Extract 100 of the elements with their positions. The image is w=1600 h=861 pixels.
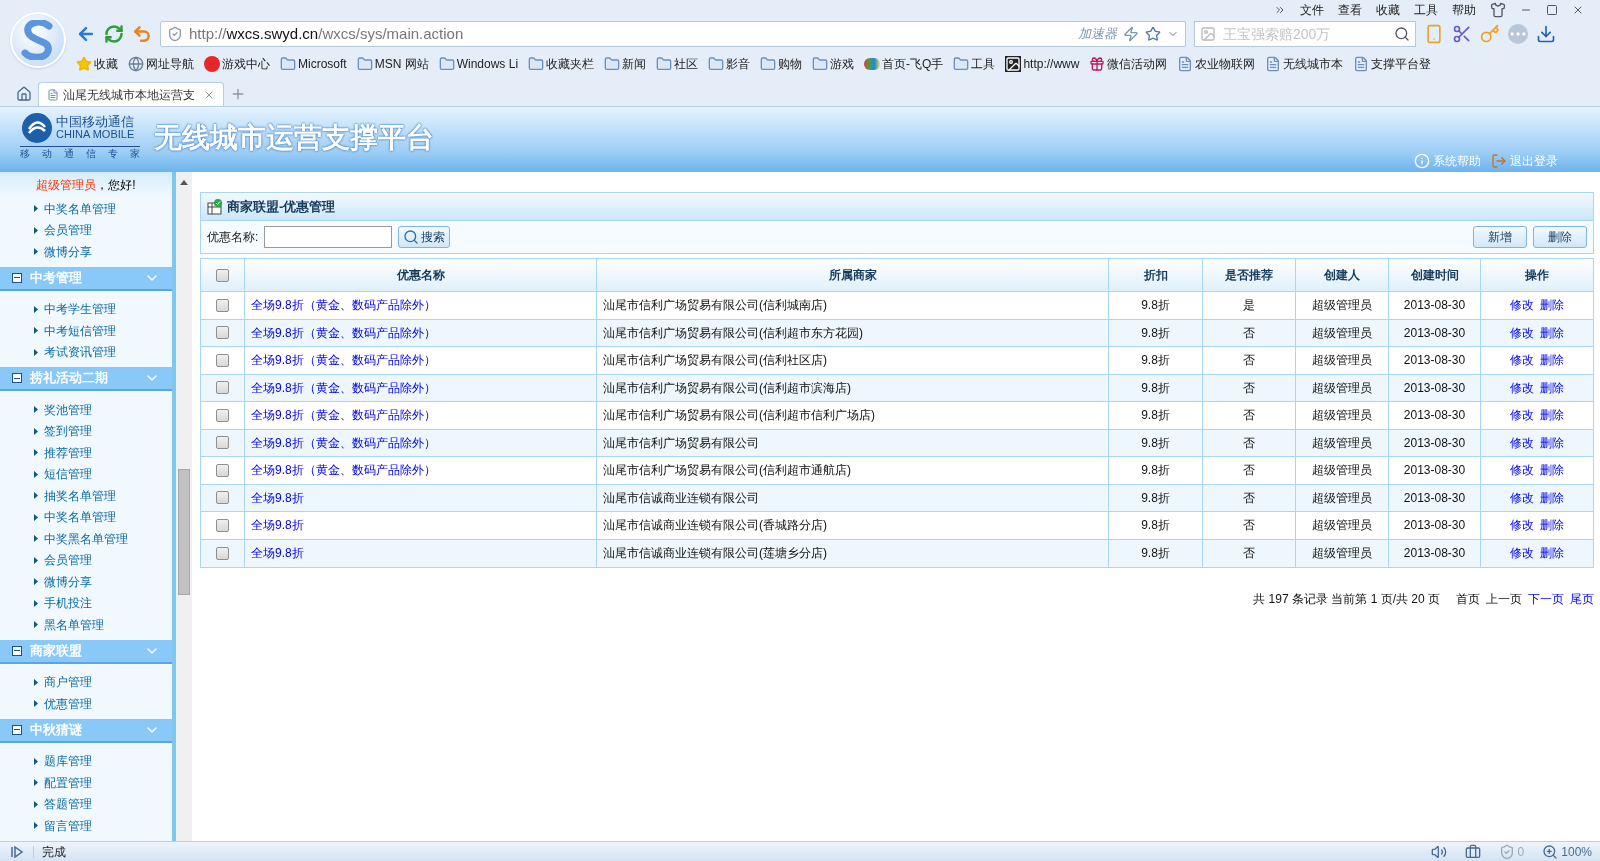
zoom-icon[interactable] xyxy=(1542,843,1559,860)
menu-link[interactable]: 考试资讯管理 xyxy=(44,343,116,362)
speaker-icon[interactable] xyxy=(1430,843,1447,860)
menu-link[interactable]: 手机投注 xyxy=(44,594,92,613)
bookmark-link[interactable]: 社区 xyxy=(674,55,699,73)
menu-link[interactable]: 中奖名单管理 xyxy=(44,508,116,527)
new-tab-icon[interactable] xyxy=(230,86,246,102)
checkbox[interactable] xyxy=(216,353,229,367)
checkbox[interactable] xyxy=(216,491,229,505)
row-action-link[interactable]: 修改 xyxy=(1510,516,1534,535)
bookmark-link[interactable]: 游戏中心 xyxy=(222,55,270,73)
more-icon[interactable] xyxy=(1274,4,1286,16)
menu-item[interactable]: 收藏 xyxy=(1376,1,1400,19)
refresh-icon[interactable] xyxy=(104,24,124,44)
menu-link[interactable]: 会员管理 xyxy=(44,551,92,570)
menu-item[interactable]: 查看 xyxy=(1338,1,1362,19)
row-action-link[interactable]: 删除 xyxy=(1540,488,1564,507)
bookmark-link[interactable]: 影音 xyxy=(726,55,751,73)
menu-link[interactable]: 黑名单管理 xyxy=(44,615,104,634)
bookmark-link[interactable]: 收藏夹栏 xyxy=(546,55,595,73)
star-icon[interactable] xyxy=(1145,26,1161,42)
menu-link[interactable]: 奖池管理 xyxy=(44,400,92,419)
search-icon[interactable] xyxy=(1394,26,1410,42)
menu-link[interactable]: 优惠管理 xyxy=(44,694,92,713)
browser-tab[interactable]: 汕尾无线城市本地运营支 xyxy=(38,82,224,106)
pagination-link[interactable]: 下一页 xyxy=(1528,590,1564,608)
menu-link[interactable]: 题库管理 xyxy=(44,752,92,771)
offer-link[interactable]: 全场9.8折 xyxy=(251,544,304,563)
menu-item[interactable]: 文件 xyxy=(1300,1,1324,19)
bookmark-link[interactable]: 微信活动网 xyxy=(1107,55,1168,73)
checkbox[interactable] xyxy=(216,408,229,422)
row-action-link[interactable]: 修改 xyxy=(1510,351,1534,370)
row-action-link[interactable]: 删除 xyxy=(1540,323,1564,342)
row-action-link[interactable]: 修改 xyxy=(1510,461,1534,480)
row-action-link[interactable]: 删除 xyxy=(1540,433,1564,452)
checkbox[interactable] xyxy=(216,518,229,532)
offer-link[interactable]: 全场9.8折（黄金、数码产品除外） xyxy=(251,351,436,370)
row-action-link[interactable]: 修改 xyxy=(1510,488,1534,507)
menu-link[interactable]: 留言管理 xyxy=(44,816,92,835)
checkbox[interactable] xyxy=(216,381,229,395)
menu-link[interactable]: 抽奖名单管理 xyxy=(44,486,116,505)
menu-link[interactable]: 中奖黑名单管理 xyxy=(44,529,128,548)
row-action-link[interactable]: 修改 xyxy=(1510,544,1534,563)
row-action-link[interactable]: 删除 xyxy=(1540,406,1564,425)
key-icon[interactable] xyxy=(1480,24,1500,44)
address-bar[interactable]: http://wxcs.swyd.cn/wxcs/sys/main.action 加速器 xyxy=(160,21,1186,47)
menu-link[interactable]: 答题管理 xyxy=(44,795,92,814)
checkbox[interactable] xyxy=(216,326,229,340)
offer-link[interactable]: 全场9.8折 xyxy=(251,516,304,535)
offer-link[interactable]: 全场9.8折（黄金、数码产品除外） xyxy=(251,461,436,480)
search-button[interactable]: 搜索 xyxy=(398,226,451,248)
menu-link[interactable]: 短信管理 xyxy=(44,465,92,484)
bookmark-link[interactable]: Windows Li xyxy=(456,55,519,73)
row-action-link[interactable]: 修改 xyxy=(1510,406,1534,425)
row-action-link[interactable]: 删除 xyxy=(1540,461,1564,480)
browser-logo[interactable] xyxy=(10,12,66,68)
lightning-icon[interactable] xyxy=(1123,26,1139,42)
offer-link[interactable]: 全场9.8折（黄金、数码产品除外） xyxy=(251,406,436,425)
scroll-up-icon[interactable] xyxy=(180,180,188,185)
toolbox-icon[interactable] xyxy=(1464,843,1481,860)
row-action-link[interactable]: 删除 xyxy=(1540,544,1564,563)
scrollbar[interactable] xyxy=(176,172,192,841)
checkbox[interactable] xyxy=(216,463,229,477)
menu-link[interactable]: 签到管理 xyxy=(44,422,92,441)
row-action-link[interactable]: 修改 xyxy=(1510,296,1534,315)
restore-icon[interactable] xyxy=(1546,4,1558,16)
action-button[interactable]: 删除 xyxy=(1533,226,1587,248)
menu-link[interactable]: 配置管理 xyxy=(44,773,92,792)
scissors-icon[interactable] xyxy=(1452,24,1472,44)
menu-link[interactable]: 微博分享 xyxy=(44,572,92,591)
home-icon[interactable] xyxy=(16,86,32,102)
bookmark-link[interactable]: http://www xyxy=(1023,55,1080,73)
bookmark-link[interactable]: 新闻 xyxy=(622,55,647,73)
offer-link[interactable]: 全场9.8折（黄金、数码产品除外） xyxy=(251,433,436,452)
checkbox[interactable] xyxy=(216,298,229,312)
bookmark-link[interactable]: 收藏 xyxy=(94,55,118,73)
menu-link[interactable]: 微博分享 xyxy=(44,242,92,261)
bookmark-link[interactable]: 无线城市本 xyxy=(1283,55,1344,73)
bookmark-link[interactable]: 购物 xyxy=(778,55,803,73)
checkbox[interactable] xyxy=(216,436,229,450)
zoom-level[interactable]: 100% xyxy=(1561,842,1592,861)
row-action-link[interactable]: 删除 xyxy=(1540,351,1564,370)
menu-link[interactable]: 推荐管理 xyxy=(44,443,92,462)
menu-item[interactable]: 工具 xyxy=(1414,1,1438,19)
offer-link[interactable]: 全场9.8折（黄金、数码产品除外） xyxy=(251,323,436,342)
row-action-link[interactable]: 删除 xyxy=(1540,516,1564,535)
menu-link[interactable]: 商户管理 xyxy=(44,673,92,692)
row-action-link[interactable]: 修改 xyxy=(1510,323,1534,342)
ad-block-icon[interactable] xyxy=(1498,843,1515,860)
undo-icon[interactable] xyxy=(132,24,152,44)
bookmark-link[interactable]: 农业物联网 xyxy=(1195,55,1256,73)
menu-link[interactable]: 会员管理 xyxy=(44,221,92,240)
offer-link[interactable]: 全场9.8折 xyxy=(251,488,304,507)
menu-link[interactable]: 中奖名单管理 xyxy=(44,199,116,218)
scrollbar-thumb[interactable] xyxy=(178,469,190,595)
offer-link[interactable]: 全场9.8折（黄金、数码产品除外） xyxy=(251,296,436,315)
bookmark-link[interactable]: 游戏 xyxy=(830,55,855,73)
checkbox[interactable] xyxy=(216,546,229,560)
checkbox[interactable] xyxy=(216,268,229,282)
phone-icon[interactable] xyxy=(1424,24,1444,44)
